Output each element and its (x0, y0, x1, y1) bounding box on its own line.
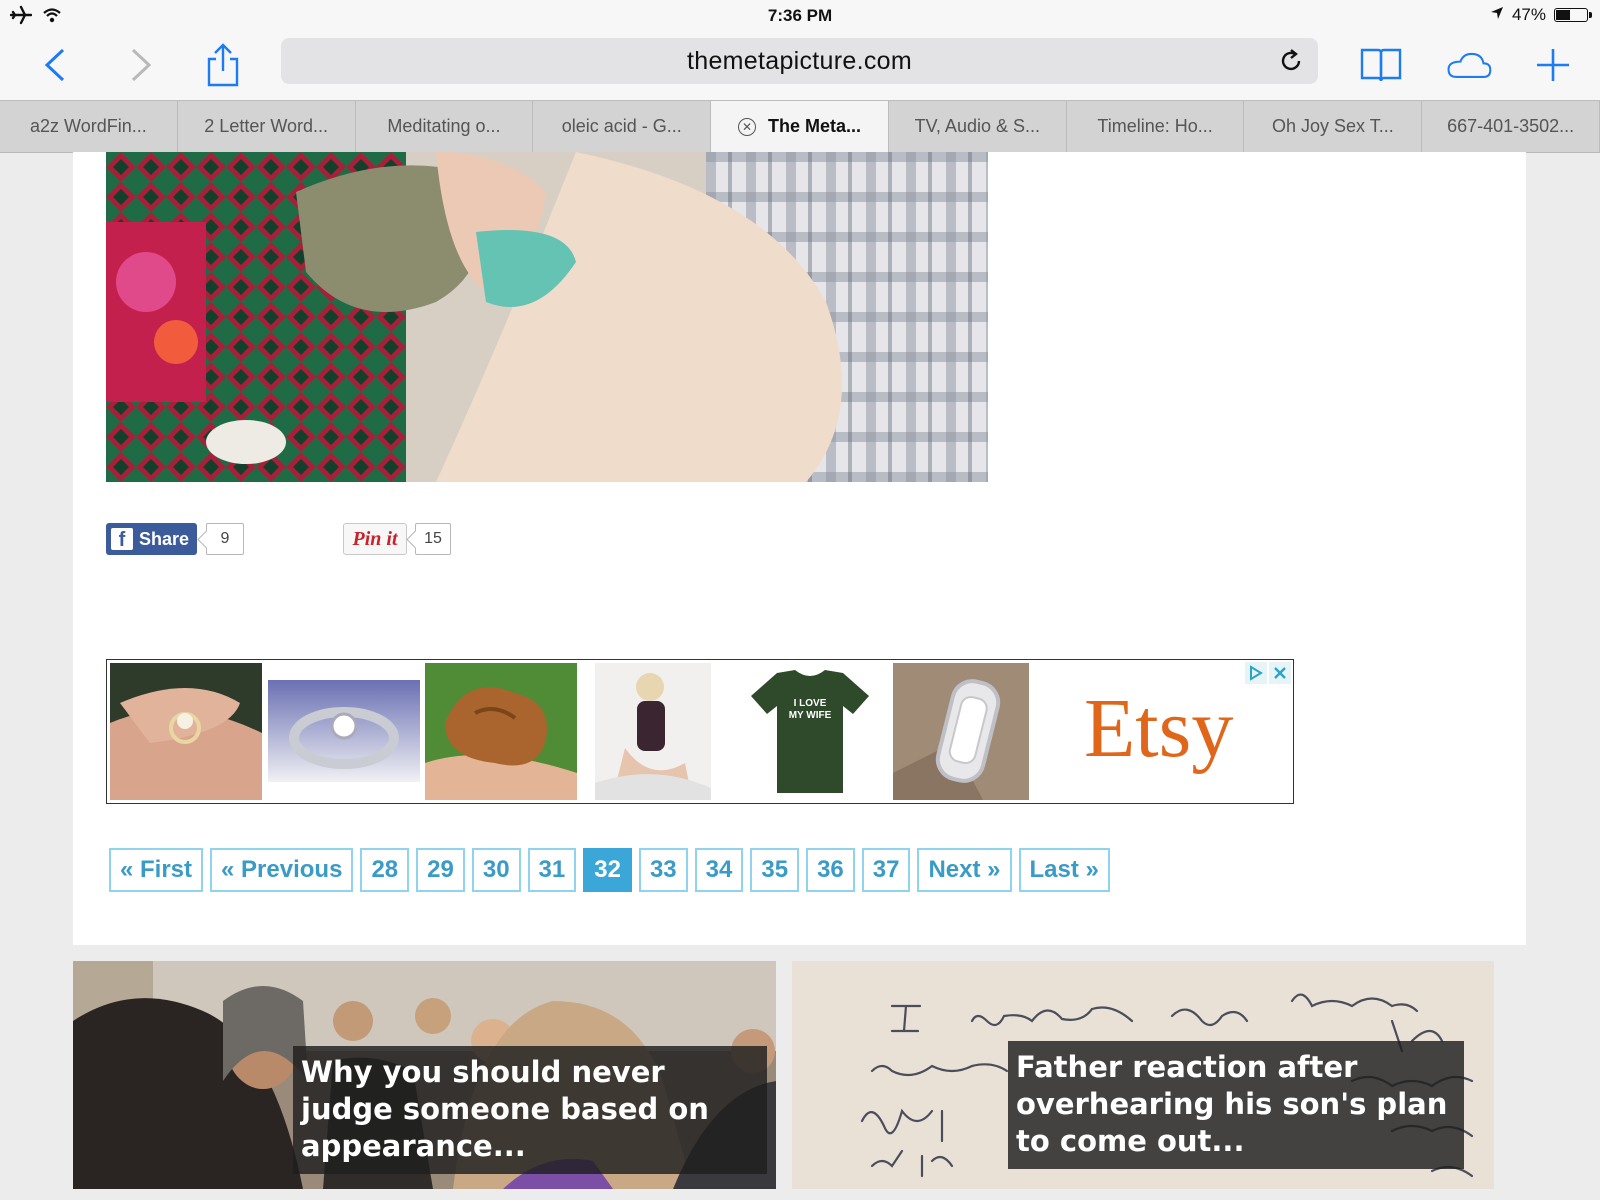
adchoices-icon[interactable] (1245, 662, 1267, 684)
page-content: f Share 9 Pin it 15 I LOVE MY WIFE Etsy … (73, 152, 1526, 945)
promo-caption: Father reaction after overhearing his so… (1008, 1041, 1464, 1169)
facebook-icon: f (111, 528, 133, 551)
battery-percent: 47% (1511, 5, 1546, 24)
page-link-33[interactable]: 33 (638, 848, 688, 892)
location-arrow-icon (1490, 5, 1504, 25)
tab-tv-audio[interactable]: TV, Audio & S... (889, 101, 1067, 152)
pinterest-pin-label: Pin it (352, 527, 398, 550)
forward-button[interactable] (118, 42, 164, 88)
reload-icon[interactable] (1278, 48, 1304, 81)
tab-oleic-acid[interactable]: oleic acid - G... (533, 101, 712, 152)
next-page-link[interactable]: Next » (917, 848, 1012, 892)
address-bar[interactable]: themetapicture.com (281, 38, 1318, 84)
plus-icon (1537, 49, 1569, 81)
ad-choices (1245, 662, 1291, 684)
status-bar: 7:36 PM 47% (0, 0, 1600, 32)
book-icon (1360, 48, 1402, 82)
page-link-35[interactable]: 35 (750, 848, 800, 892)
tab-phone-number[interactable]: 667-401-3502... (1422, 101, 1600, 152)
current-page-32: 32 (583, 848, 632, 892)
page-link-28[interactable]: 28 (360, 848, 410, 892)
facebook-share-button[interactable]: f Share (106, 523, 197, 555)
tshirt-text-line1: I LOVE (794, 698, 827, 709)
status-time: 7:36 PM (767, 6, 833, 25)
tab-label: Meditating o... (387, 116, 501, 136)
chevron-right-icon (131, 48, 152, 82)
etsy-ad-banner[interactable]: I LOVE MY WIFE Etsy (106, 659, 1294, 804)
close-ad-icon[interactable] (1269, 662, 1291, 684)
cloud-icon (1447, 52, 1492, 78)
ad-ring-on-hand[interactable] (110, 663, 262, 800)
first-page-link[interactable]: « First (109, 848, 204, 892)
ad-novelty-item[interactable] (425, 663, 577, 800)
close-tab-icon[interactable]: ✕ (738, 117, 756, 136)
page-link-29[interactable]: 29 (416, 848, 465, 892)
ad-art-deco-ring[interactable] (893, 663, 1029, 800)
promo-card-bikers[interactable]: Why you should never judge someone based… (73, 961, 776, 1189)
chevron-left-icon (44, 48, 65, 82)
pagination: « First « Previous 28 29 30 31 32 33 34 … (109, 848, 1110, 894)
facebook-share-label: Share (139, 528, 190, 549)
pinterest-pin-count: 15 (415, 523, 451, 555)
page-link-37[interactable]: 37 (861, 848, 911, 892)
tab-label: Oh Joy Sex T... (1271, 116, 1394, 136)
share-icon (207, 43, 239, 87)
article-photo (106, 152, 988, 482)
page-link-36[interactable]: 36 (806, 848, 855, 892)
tab-label: TV, Audio & S... (914, 116, 1040, 136)
tab-label: The Meta... (768, 116, 862, 136)
tab-bar: a2z WordFin... 2 Letter Word... Meditati… (0, 100, 1600, 153)
page-link-30[interactable]: 30 (471, 848, 521, 892)
tab-label: 2 Letter Word... (204, 116, 329, 136)
promo-card-note[interactable]: Father reaction after overhearing his so… (792, 961, 1494, 1189)
tab-label: a2z WordFin... (30, 116, 147, 136)
page-link-34[interactable]: 34 (694, 848, 744, 892)
tab-timeline[interactable]: Timeline: Ho... (1067, 101, 1245, 152)
etsy-logo[interactable]: Etsy (1084, 680, 1233, 777)
tab-label: Timeline: Ho... (1097, 116, 1213, 136)
ad-silver-ring[interactable] (268, 680, 420, 782)
share-button[interactable] (200, 42, 246, 88)
icloud-tabs-button[interactable] (1446, 42, 1492, 88)
tab-oh-joy[interactable]: Oh Joy Sex T... (1244, 101, 1423, 152)
tab-letter-word[interactable]: 2 Letter Word... (178, 101, 356, 152)
browser-toolbar: themetapicture.com (0, 32, 1600, 100)
share-row: f Share 9 Pin it 15 (73, 523, 673, 557)
back-button[interactable] (32, 42, 78, 88)
promo-caption: Why you should never judge someone based… (293, 1046, 767, 1174)
tab-label: 667-401-3502... (1447, 116, 1575, 136)
tab-meditating[interactable]: Meditating o... (356, 101, 534, 152)
tshirt-text-line2: MY WIFE (789, 710, 832, 721)
new-tab-button[interactable] (1530, 42, 1576, 88)
battery-icon (1554, 8, 1592, 22)
status-right: 47% (1490, 5, 1592, 25)
page-link-31[interactable]: 31 (527, 848, 577, 892)
previous-page-link[interactable]: « Previous (210, 848, 354, 892)
ad-lingerie-photo[interactable] (595, 663, 711, 800)
facebook-share-count: 9 (206, 523, 244, 555)
tab-a2z[interactable]: a2z WordFin... (0, 101, 178, 152)
bookmarks-button[interactable] (1358, 42, 1404, 88)
tab-label: oleic acid - G... (561, 116, 682, 136)
url-text: themetapicture.com (687, 46, 912, 75)
ad-tshirt[interactable]: I LOVE MY WIFE (747, 668, 873, 796)
last-page-link[interactable]: Last » (1018, 848, 1110, 892)
pinterest-pin-button[interactable]: Pin it (343, 523, 407, 555)
tab-the-meta[interactable]: ✕ The Meta... (711, 101, 889, 152)
